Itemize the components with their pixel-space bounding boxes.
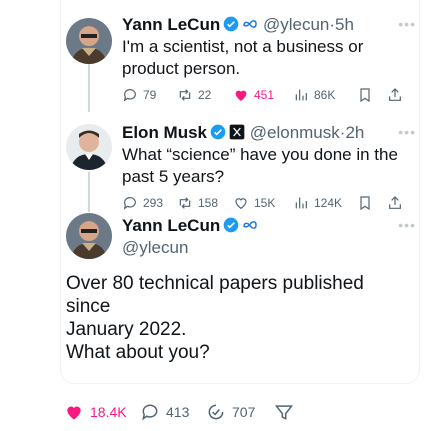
reply-count: 413 <box>166 404 190 420</box>
share-icon <box>389 88 401 101</box>
more-icon[interactable]: ••• <box>398 217 416 233</box>
verified-icon <box>223 217 239 233</box>
views-count: 86K <box>314 88 336 102</box>
retweet-button[interactable]: 158 <box>177 195 233 211</box>
meta-badge-icon <box>243 20 257 28</box>
main-text-line: Over 80 technical papers published since <box>66 273 364 317</box>
reply-icon <box>123 197 136 210</box>
like-icon <box>67 406 81 420</box>
share-button[interactable] <box>387 87 408 103</box>
like-count: 18.4K <box>90 404 127 420</box>
reply-count: 79 <box>143 88 157 102</box>
main-text-line: What about you? <box>66 342 210 363</box>
meta-badge-icon <box>243 221 257 229</box>
bookmark-button[interactable] <box>357 87 387 103</box>
avatar[interactable] <box>66 213 112 259</box>
author-name[interactable]: Yann LeCun <box>122 216 220 235</box>
share-icon <box>389 196 401 209</box>
verified-icon <box>210 124 226 140</box>
retweet-count: 707 <box>232 404 256 420</box>
reply-icon <box>123 89 136 102</box>
action-bar: 79 22 451 86K <box>122 86 416 104</box>
views-button[interactable]: 124K <box>293 195 357 211</box>
author-name[interactable]: Yann LeCun <box>122 15 220 34</box>
retweet-icon <box>179 89 191 101</box>
tweet-text: I'm a scientist, not a business or produ… <box>122 37 364 78</box>
like-icon <box>235 198 247 210</box>
like-button[interactable]: 15K <box>233 195 293 211</box>
action-bar: 293 158 15K 124K <box>122 194 416 212</box>
more-icon[interactable]: ••• <box>398 124 416 140</box>
avatar-image-icon <box>66 18 112 64</box>
like-count: 451 <box>254 88 275 102</box>
retweet-icon <box>208 404 224 420</box>
bookmark-icon <box>360 88 370 103</box>
main-text-line: January 2022. <box>66 319 187 340</box>
reply-count: 293 <box>143 196 164 210</box>
more-icon[interactable]: ••• <box>398 16 416 32</box>
verified-icon <box>223 16 239 32</box>
avatar[interactable] <box>66 124 112 170</box>
tweet-header: Yann LeCun <box>122 215 416 237</box>
bookmark-icon <box>360 196 370 211</box>
filter-button[interactable] <box>274 402 300 422</box>
like-button[interactable]: 18.4K <box>64 402 140 422</box>
views-icon <box>295 89 307 101</box>
retweet-count: 158 <box>198 196 219 210</box>
main-action-bar: 18.4K 413 707 <box>64 402 300 422</box>
main-tweet-text: Over 80 technical papers published since… <box>66 272 406 364</box>
like-button[interactable]: 451 <box>233 87 293 103</box>
share-button[interactable] <box>387 195 408 211</box>
retweet-count: 22 <box>198 88 212 102</box>
author-handle[interactable]: @ylecun <box>263 15 329 34</box>
like-icon <box>235 90 247 101</box>
views-button[interactable]: 86K <box>293 87 357 103</box>
avatar-image-icon <box>66 124 112 170</box>
avatar[interactable] <box>66 18 112 64</box>
reply-button[interactable]: 413 <box>140 402 206 422</box>
like-count: 15K <box>254 196 276 210</box>
tweet-text: What “science” have you done in the past… <box>122 145 398 186</box>
views-count: 124K <box>314 196 343 210</box>
retweet-icon <box>179 197 191 209</box>
avatar-image-icon <box>66 213 112 259</box>
tweet-header: Elon Musk @elonmusk·2h <box>122 122 416 144</box>
author-handle[interactable]: @elonmusk <box>250 123 340 142</box>
retweet-button[interactable]: 22 <box>177 87 233 103</box>
tweet-time[interactable]: 5h <box>335 15 354 34</box>
tweet-header: Yann LeCun @ylecun·5h <box>122 14 416 36</box>
x-badge-icon <box>229 124 245 140</box>
reply-button[interactable]: 79 <box>122 87 177 103</box>
reply-button[interactable]: 293 <box>122 195 177 211</box>
thread-line <box>88 172 90 212</box>
tweet-time[interactable]: 2h <box>345 123 364 142</box>
bookmark-button[interactable] <box>357 195 387 211</box>
views-icon <box>295 197 307 209</box>
reply-icon <box>142 404 158 421</box>
author-handle[interactable]: @ylecun <box>122 237 416 259</box>
author-name[interactable]: Elon Musk <box>122 123 207 142</box>
filter-icon <box>274 405 294 420</box>
retweet-button[interactable]: 707 <box>206 402 274 422</box>
